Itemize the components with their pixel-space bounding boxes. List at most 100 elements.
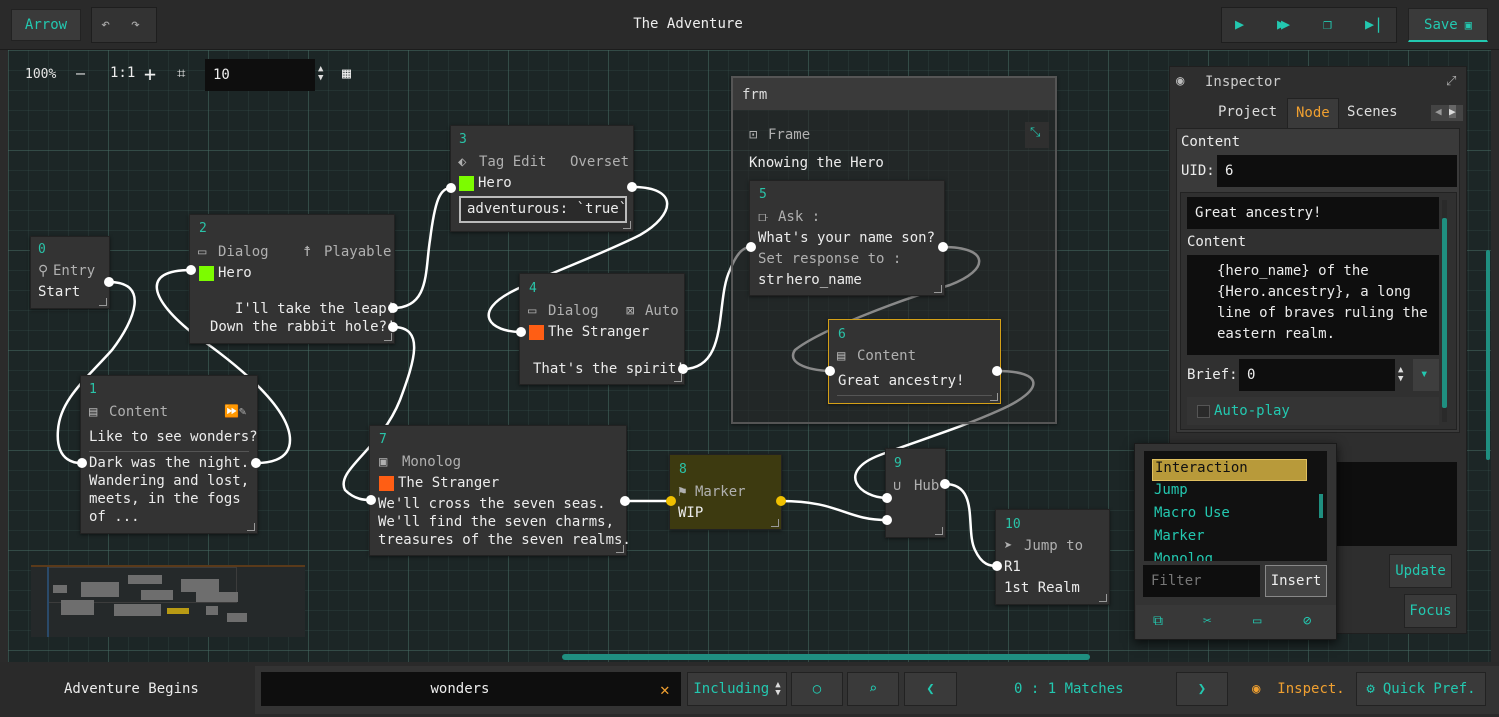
node-dialog-4[interactable]: 4 ▭ Dialog ⊠ Auto The Stranger That's th… <box>519 273 685 385</box>
expand-icon[interactable]: ⤢ <box>1446 74 1456 89</box>
frame-icon: ⊡ <box>749 127 758 143</box>
node-entry[interactable]: 0 ⚲ Entry Start <box>30 236 110 309</box>
snap-grid-icon[interactable]: ⌗ <box>177 64 185 82</box>
node-marker-8[interactable]: 8 ⚑ Marker WIP <box>669 454 782 530</box>
node-type: Monolog <box>402 454 462 470</box>
out-slot[interactable] <box>251 458 261 468</box>
inspector-lower-field[interactable] <box>1330 462 1457 546</box>
in-slot[interactable] <box>366 495 376 505</box>
autoplay-checkbox[interactable] <box>1197 405 1210 418</box>
resize-handle[interactable] <box>99 298 107 306</box>
out-slot[interactable] <box>678 364 688 374</box>
eye-icon[interactable]: ◉ <box>1176 73 1184 89</box>
node-jump-10[interactable]: 10 ➤ Jump to R1 1st Realm <box>995 509 1110 605</box>
grid-settings-icon[interactable]: ▦ <box>342 64 351 82</box>
resize-handle[interactable] <box>384 333 392 341</box>
content-textarea[interactable]: {hero_name} of the {Hero.ancestry}, a lo… <box>1187 255 1439 355</box>
in-slot[interactable] <box>746 242 756 252</box>
collapse-button[interactable]: ⤡ <box>1025 122 1049 148</box>
resize-handle[interactable] <box>623 221 631 229</box>
list-item-interaction[interactable]: Interaction <box>1152 459 1307 481</box>
brief-field[interactable]: 0 <box>1239 359 1395 391</box>
autoplay-row[interactable]: Auto-play <box>1187 397 1439 425</box>
in-slot[interactable] <box>882 515 892 525</box>
out-slot[interactable] <box>388 322 398 332</box>
out-slot[interactable] <box>776 496 786 506</box>
resize-handle[interactable] <box>935 527 943 535</box>
list-item-monolog[interactable]: Monolog <box>1152 551 1307 561</box>
zoom-out-icon[interactable]: — <box>76 64 85 82</box>
tab-node[interactable]: Node <box>1287 98 1339 128</box>
focus-button[interactable]: Focus <box>1404 594 1457 628</box>
node-content-1[interactable]: 1 ▤ Content ⏩✎ Like to see wonders? Dark… <box>80 375 258 534</box>
out-slot[interactable] <box>627 182 637 192</box>
tab-project[interactable]: Project <box>1210 98 1285 128</box>
resize-handle[interactable] <box>247 523 255 531</box>
tab-scroll[interactable]: ◀ ▶ <box>1431 105 1463 121</box>
tab-right-icon[interactable]: ▶ <box>1449 105 1456 118</box>
resize-handle[interactable] <box>1099 594 1107 602</box>
resize-handle[interactable] <box>771 519 779 527</box>
grid-size-input[interactable]: 10 <box>205 59 315 91</box>
resize-handle[interactable] <box>674 374 682 382</box>
minimap[interactable] <box>31 565 305 637</box>
list-item-marker[interactable]: Marker <box>1152 528 1307 550</box>
node-hub-9[interactable]: 9 ∪ Hub <box>885 448 946 538</box>
search-button[interactable]: ⌕ <box>847 672 899 706</box>
in-slot[interactable] <box>992 561 1002 571</box>
whole-word-button[interactable]: ○ <box>791 672 843 706</box>
in-slot[interactable] <box>882 493 892 503</box>
zoom-in-icon[interactable]: + <box>144 62 156 86</box>
out-slot[interactable] <box>940 479 950 489</box>
content-title-field[interactable]: Great ancestry! <box>1187 197 1439 229</box>
filter-input[interactable]: Filter <box>1143 565 1260 597</box>
clear-search-icon[interactable]: ✕ <box>660 680 670 699</box>
horizontal-scrollbar[interactable] <box>562 654 1090 660</box>
zoom-reset-button[interactable]: 1:1 <box>110 65 135 81</box>
inspector-scrollbar[interactable] <box>1442 200 1447 422</box>
brief-stepper-icon[interactable]: ▲ ▼ <box>1398 366 1403 384</box>
quick-preferences-button[interactable]: ⚙ Quick Pref. <box>1356 672 1486 706</box>
in-slot[interactable] <box>446 183 456 193</box>
clear-icon[interactable]: ⊘ <box>1303 613 1311 629</box>
uid-field[interactable]: 6 <box>1217 155 1457 187</box>
resize-handle[interactable] <box>934 285 942 293</box>
insert-button[interactable]: Insert <box>1265 565 1327 597</box>
inspector-scroll-thumb[interactable] <box>1442 218 1447 408</box>
out-slot[interactable] <box>104 277 114 287</box>
node-content-6[interactable]: 6 ▤ Content Great ancestry! <box>828 319 1001 404</box>
out-slot[interactable] <box>938 242 948 252</box>
node-ask-5[interactable]: 5 ⟥ Ask : What's your name son? Set resp… <box>749 180 945 296</box>
node-monolog-7[interactable]: 7 ▣ Monolog The Stranger We'll cross the… <box>369 425 631 556</box>
list-item-jump[interactable]: Jump <box>1152 482 1307 504</box>
out-slot[interactable] <box>388 303 398 313</box>
list-scrollbar[interactable] <box>1319 494 1323 518</box>
node-tag-edit-3[interactable]: 3 ⬖ Tag Edit Overset Hero adventurous: `… <box>450 125 634 232</box>
in-slot[interactable] <box>186 265 196 275</box>
brief-mark-button[interactable]: ▾ <box>1413 359 1439 391</box>
search-input[interactable]: wonders <box>261 672 681 706</box>
node-id: 8 <box>679 462 687 477</box>
resize-handle[interactable] <box>616 545 624 553</box>
in-slot[interactable] <box>516 327 526 337</box>
node-dialog-2[interactable]: 2 ▭ Dialog ☨ Playable Hero I'll take the… <box>189 214 395 344</box>
grid-stepper-icon[interactable]: ▲ ▼ <box>318 65 323 83</box>
resize-handle[interactable] <box>990 393 998 401</box>
search-mode-select[interactable]: Including ▲ ▼ <box>687 672 787 706</box>
paste-icon[interactable]: ▭ <box>1253 613 1261 629</box>
out-slot[interactable] <box>620 496 630 506</box>
out-slot[interactable] <box>992 366 1002 376</box>
next-match-button[interactable]: ❯ <box>1176 672 1228 706</box>
tab-scenes[interactable]: Scenes <box>1339 98 1406 128</box>
update-button[interactable]: Update <box>1389 554 1452 588</box>
in-slot[interactable] <box>825 366 835 376</box>
inspect-toggle[interactable]: ◉ Inspect. <box>1252 681 1345 697</box>
vertical-scrollbar[interactable] <box>1486 250 1490 460</box>
tab-left-icon[interactable]: ◀ <box>1435 105 1442 118</box>
cut-icon[interactable]: ✂ <box>1203 613 1211 629</box>
previous-match-button[interactable]: ❮ <box>904 672 957 706</box>
in-slot[interactable] <box>666 496 676 506</box>
copy-icon[interactable]: ⧉ <box>1153 613 1163 629</box>
in-slot[interactable] <box>77 458 87 468</box>
list-item-macro-use[interactable]: Macro Use <box>1152 505 1307 527</box>
